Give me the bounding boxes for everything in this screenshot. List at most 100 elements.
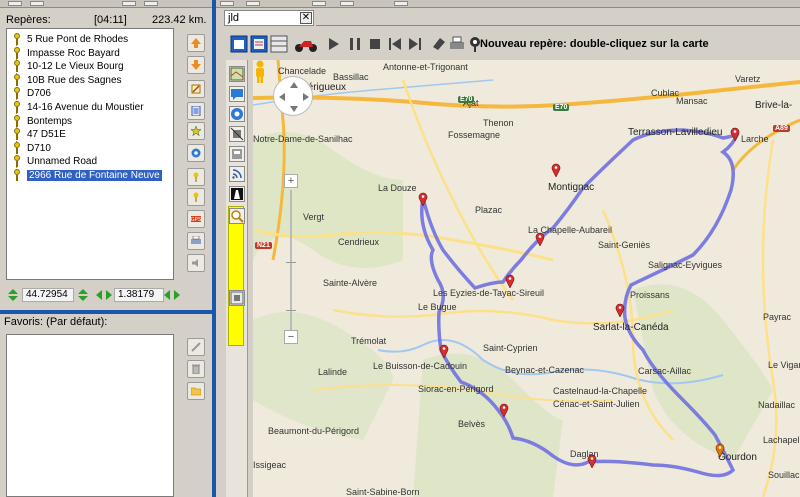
marker-down-button[interactable] xyxy=(187,188,205,206)
toolbar-stub[interactable] xyxy=(220,1,234,6)
print-button[interactable] xyxy=(187,232,205,250)
town-label: Beynac-et-Cazenac xyxy=(505,365,585,375)
town-label: Carsac-Aillac xyxy=(638,366,692,376)
zoom-tick xyxy=(286,262,296,263)
pan-control[interactable] xyxy=(273,76,313,116)
toolbar-stub[interactable] xyxy=(144,1,158,6)
sound-button[interactable] xyxy=(187,254,205,272)
pause-icon[interactable] xyxy=(346,35,364,53)
latitude-field[interactable]: 44.72954 xyxy=(22,288,74,302)
town-label: Issigeac xyxy=(253,460,287,470)
toolbar-stub[interactable] xyxy=(340,1,354,6)
tool-info-icon[interactable] xyxy=(229,290,245,306)
town-label: Beaumont-du-Périgord xyxy=(268,426,360,436)
tool-chat-icon[interactable] xyxy=(229,86,245,102)
edit-favorite-button[interactable] xyxy=(187,338,205,356)
close-tab-button[interactable]: ✕ xyxy=(300,12,312,24)
waypoint-item[interactable]: 2966 Rue de Fontaine Neuve xyxy=(9,169,171,182)
route-marker-icon[interactable] xyxy=(615,303,625,317)
eraser-icon[interactable] xyxy=(430,35,448,53)
zoom-in-button[interactable]: + xyxy=(284,174,298,188)
waypoint-item[interactable]: 10-12 Le Vieux Bourg xyxy=(9,60,171,73)
favorites-list[interactable] xyxy=(6,334,174,497)
toolbar-stub[interactable] xyxy=(312,1,326,6)
latitude-stepper-icon[interactable] xyxy=(8,289,18,301)
puzzle-icon xyxy=(191,148,201,158)
route-marker-icon[interactable] xyxy=(418,192,428,206)
favorites-title: Favoris: (Par défaut): xyxy=(4,316,108,328)
route-marker-icon[interactable] xyxy=(505,274,515,288)
add-favorite-button[interactable] xyxy=(187,122,205,140)
play-icon[interactable] xyxy=(324,35,342,53)
marker-up-button[interactable] xyxy=(187,168,205,186)
street-view-pegman-icon[interactable] xyxy=(253,60,267,84)
zoom-track[interactable] xyxy=(290,190,292,342)
town-label: Sarlat-la-Canéda xyxy=(593,322,669,333)
waypoint-item[interactable]: Impasse Roc Bayard xyxy=(9,46,171,60)
arrow-down-icon xyxy=(191,60,201,70)
motorcycle-icon[interactable] xyxy=(294,35,318,53)
toolbar-stub[interactable] xyxy=(8,1,22,6)
tool-map-icon[interactable] xyxy=(229,66,245,82)
route-marker-icon[interactable] xyxy=(587,454,597,468)
route-marker-icon[interactable] xyxy=(551,163,561,177)
list-view-icon[interactable] xyxy=(250,35,268,53)
tool-rss-icon[interactable] xyxy=(229,166,245,182)
skip-forward-icon[interactable] xyxy=(406,35,424,53)
waypoint-item[interactable]: 10B Rue des Sagnes xyxy=(9,73,171,87)
tool-terrain-icon[interactable] xyxy=(229,146,245,162)
route-marker-icon[interactable] xyxy=(730,127,740,141)
route-marker-icon[interactable] xyxy=(499,403,509,417)
zoom-out-button[interactable]: − xyxy=(284,330,298,344)
longitude-nudge-icon[interactable] xyxy=(164,290,180,300)
waypoint-item[interactable]: 14-16 Avenue du Moustier xyxy=(9,101,171,114)
waypoint-pin-icon xyxy=(14,141,20,154)
waypoint-details-button[interactable] xyxy=(187,102,205,120)
waypoint-pin-icon xyxy=(14,155,20,168)
route-marker-icon[interactable] xyxy=(535,232,545,246)
tool-search-icon[interactable] xyxy=(229,208,245,224)
tool-compass-icon[interactable] xyxy=(229,106,245,122)
panel-divider[interactable] xyxy=(0,310,216,314)
waypoint-item[interactable]: D706 xyxy=(9,87,171,100)
route-export-button[interactable]: GPS xyxy=(187,210,205,228)
town-label: Chancelade xyxy=(278,66,327,76)
waypoint-label: 10-12 Le Vieux Bourg xyxy=(27,61,124,73)
stop-icon[interactable] xyxy=(366,35,384,53)
skip-back-icon[interactable] xyxy=(386,35,404,53)
tool-road-icon[interactable] xyxy=(229,186,245,202)
longitude-stepper-icon[interactable] xyxy=(96,290,112,300)
trash-icon xyxy=(192,364,200,374)
waypoint-item[interactable]: D710 xyxy=(9,141,171,155)
optimize-button[interactable] xyxy=(187,144,205,162)
open-folder-button[interactable] xyxy=(187,382,205,400)
print-map-icon[interactable] xyxy=(448,35,466,53)
left-panel: Repères: [04:11] 223.42 km. 5 Rue Pont d… xyxy=(0,0,216,497)
toolbar-stub[interactable] xyxy=(246,1,260,6)
edit-waypoint-button[interactable] xyxy=(187,80,205,98)
toolbar-stub[interactable] xyxy=(122,1,136,6)
waypoint-item[interactable]: 47 D51E xyxy=(9,128,171,141)
waypoint-item[interactable]: 5 Rue Pont de Rhodes xyxy=(9,33,171,46)
latitude-nudge-icon[interactable] xyxy=(78,289,88,301)
longitude-field[interactable]: 1.38179 xyxy=(114,288,164,302)
finish-marker-icon[interactable] xyxy=(715,443,725,457)
tool-satellite-icon[interactable] xyxy=(229,126,245,142)
waypoint-item[interactable]: Bontemps xyxy=(9,114,171,128)
town-label: Saint-Cyprien xyxy=(483,343,538,353)
town-label: Proissans xyxy=(630,290,670,300)
map-tools-column xyxy=(226,60,248,497)
waypoint-item[interactable]: Unnamed Road xyxy=(9,155,171,168)
table-view-icon[interactable] xyxy=(270,35,288,53)
delete-favorite-button[interactable] xyxy=(187,360,205,378)
move-down-button[interactable] xyxy=(187,56,205,74)
map-canvas[interactable]: Périgueux Chancelade Bassillac Antonne-et-T… xyxy=(253,60,800,497)
road-shield: E70 xyxy=(458,96,475,103)
route-marker-icon[interactable] xyxy=(439,344,449,358)
map-hint-text: Nouveau repère: double-cliquez sur la ca… xyxy=(480,38,709,50)
toolbar-stub[interactable] xyxy=(394,1,408,6)
toolbar-stub[interactable] xyxy=(30,1,44,6)
move-up-button[interactable] xyxy=(187,34,205,52)
waypoints-list[interactable]: 5 Rue Pont de Rhodes Impasse Roc Bayard 10… xyxy=(6,28,174,280)
calendar-view-icon[interactable] xyxy=(230,35,248,53)
